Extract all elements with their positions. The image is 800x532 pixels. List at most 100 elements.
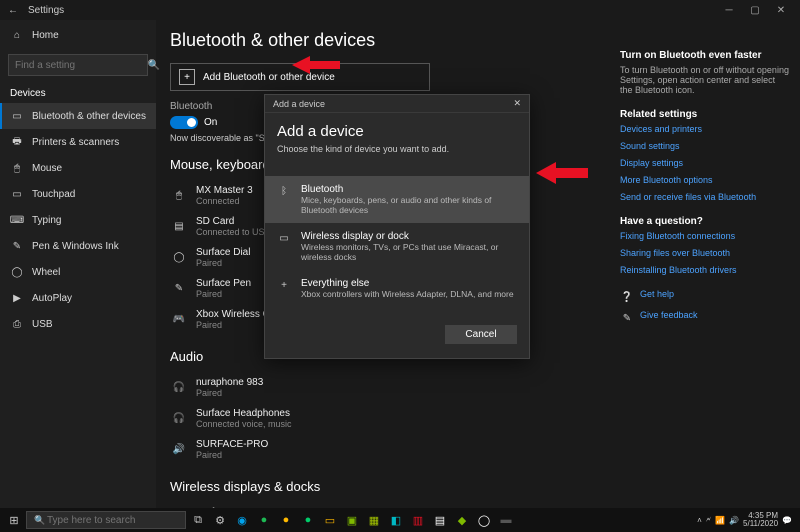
taskbar-search[interactable]: 🔍 — [26, 511, 186, 529]
usb-icon: ⎙ — [10, 317, 24, 331]
taskbar-app-icon[interactable]: ▭ — [320, 510, 340, 530]
link-devices-printers[interactable]: Devices and printers — [620, 124, 790, 134]
link-get-help[interactable]: Get help — [640, 289, 674, 299]
wheel-icon: ◯ — [10, 265, 24, 279]
sidebar-item-usb[interactable]: ⎙ USB — [0, 311, 156, 337]
taskbar-app-icon[interactable]: ◧ — [386, 510, 406, 530]
faster-heading: Turn on Bluetooth even faster — [620, 50, 790, 61]
link-fixing-bt[interactable]: Fixing Bluetooth connections — [620, 231, 790, 241]
taskbar-app-icon[interactable]: ▬ — [496, 510, 516, 530]
device-row[interactable]: 🔊SURFACE-PROPaired — [170, 434, 606, 465]
dialog-close-button[interactable]: ✕ — [513, 98, 521, 109]
start-button[interactable]: ⊞ — [4, 510, 24, 530]
sidebar-home-label: Home — [32, 30, 59, 41]
link-display-settings[interactable]: Display settings — [620, 158, 790, 168]
plus-icon: + — [179, 69, 195, 85]
dialog-title: Add a device — [277, 123, 517, 140]
taskbar-app-icon[interactable]: ▥ — [408, 510, 428, 530]
sidebar-item-mouse[interactable]: 🖱 Mouse — [0, 155, 156, 181]
taskbar-app-icon[interactable]: ● — [298, 510, 318, 530]
sidebar-item-pen[interactable]: ✎ Pen & Windows Ink — [0, 233, 156, 259]
dialog-option-everything[interactable]: + Everything elseXbox controllers with W… — [265, 270, 529, 307]
taskbar-search-input[interactable] — [47, 515, 179, 526]
home-icon: ⌂ — [10, 28, 24, 42]
taskview-button[interactable]: ⧉ — [188, 510, 208, 530]
related-heading: Related settings — [620, 109, 790, 120]
taskbar-app-icon[interactable]: ◆ — [452, 510, 472, 530]
sidebar-item-label: Mouse — [32, 163, 62, 174]
bluetooth-icon: ᛒ — [277, 184, 291, 198]
sidebar-item-autoplay[interactable]: ▶ AutoPlay — [0, 285, 156, 311]
link-reinstall-bt[interactable]: Reinstalling Bluetooth drivers — [620, 265, 790, 275]
tray-notifications-icon[interactable]: 💬 — [782, 516, 792, 525]
pen-icon: ✎ — [172, 282, 186, 296]
tray-clock[interactable]: 4:35 PM 5/11/2020 — [743, 512, 778, 528]
link-sharing-bt[interactable]: Sharing files over Bluetooth — [620, 248, 790, 258]
dialog-option-bluetooth[interactable]: ᛒ BluetoothMice, keyboards, pens, or aud… — [265, 176, 529, 223]
taskbar: ⊞ 🔍 ⧉ ⚙ ◉ ● ● ● ▭ ▣ ▦ ◧ ▥ ▤ ◆ ◯ ▬ ˄ 🗲 📶 … — [0, 508, 800, 532]
taskbar-app-icon[interactable]: ● — [254, 510, 274, 530]
help-icon: ❔ — [620, 291, 634, 305]
link-more-bluetooth[interactable]: More Bluetooth options — [620, 175, 790, 185]
tray-battery-icon[interactable]: 🗲 — [706, 515, 711, 525]
search-input[interactable] — [15, 60, 147, 71]
feedback-icon: ✎ — [620, 312, 634, 326]
sidebar-item-wheel[interactable]: ◯ Wheel — [0, 259, 156, 285]
speaker-icon: 🔊 — [172, 443, 186, 457]
minimize-button[interactable]: ─ — [716, 5, 742, 16]
sidebar-item-label: Wheel — [32, 267, 60, 278]
maximize-button[interactable]: ▢ — [742, 5, 768, 16]
link-give-feedback[interactable]: Give feedback — [640, 310, 698, 320]
autoplay-icon: ▶ — [10, 291, 24, 305]
tray-sound-icon[interactable]: 🔊 — [729, 516, 739, 525]
dialog-window-title: Add a device — [273, 99, 325, 109]
tray-wifi-icon[interactable]: 📶 — [715, 516, 725, 525]
search-icon: 🔍 — [33, 513, 47, 527]
question-heading: Have a question? — [620, 216, 790, 227]
sidebar-item-touchpad[interactable]: ▭ Touchpad — [0, 181, 156, 207]
annotation-arrow-bluetooth — [536, 160, 588, 186]
tray-chevron-icon[interactable]: ˄ — [697, 516, 702, 525]
device-row[interactable]: 🎧nuraphone 983Paired — [170, 372, 606, 403]
sidebar-item-label: Printers & scanners — [32, 137, 119, 148]
taskbar-app-icon[interactable]: ▤ — [430, 510, 450, 530]
pen-icon: ✎ — [10, 239, 24, 253]
sidebar-item-bluetooth[interactable]: ▭ Bluetooth & other devices — [0, 103, 156, 129]
headphones-icon: 🎧 — [172, 412, 186, 426]
sidebar-item-printers[interactable]: 🖶 Printers & scanners — [0, 129, 156, 155]
dialog-option-wireless[interactable]: ▭ Wireless display or dockWireless monit… — [265, 223, 529, 270]
sidebar-item-label: Typing — [32, 215, 61, 226]
page-title: Bluetooth & other devices — [170, 30, 606, 51]
sidebar-item-label: AutoPlay — [32, 293, 72, 304]
bluetooth-toggle[interactable] — [170, 116, 198, 129]
dial-icon: ◯ — [172, 251, 186, 265]
dialog-cancel-button[interactable]: Cancel — [445, 325, 517, 344]
close-button[interactable]: ✕ — [768, 5, 794, 16]
annotation-arrow-add — [292, 54, 340, 76]
system-tray[interactable]: ˄ 🗲 📶 🔊 4:35 PM 5/11/2020 💬 — [697, 512, 796, 528]
sidebar-item-typing[interactable]: ⌨ Typing — [0, 207, 156, 233]
sidebar-home[interactable]: ⌂ Home — [0, 22, 156, 48]
sidebar: ⌂ Home 🔍 Devices ▭ Bluetooth & other dev… — [0, 20, 156, 508]
device-row[interactable]: 🎧Surface HeadphonesConnected voice, musi… — [170, 403, 606, 434]
gamepad-icon: 🎮 — [172, 313, 186, 327]
taskbar-app-icon[interactable]: ⚙ — [210, 510, 230, 530]
sidebar-search[interactable]: 🔍 — [8, 54, 148, 76]
sd-icon: ▤ — [172, 220, 186, 234]
dialog-subtitle: Choose the kind of device you want to ad… — [277, 144, 517, 154]
plus-icon: + — [277, 278, 291, 292]
link-send-receive[interactable]: Send or receive files via Bluetooth — [620, 192, 790, 202]
right-panel: Turn on Bluetooth even faster To turn Bl… — [620, 20, 800, 508]
taskbar-app-icon[interactable]: ▦ — [364, 510, 384, 530]
taskbar-app-icon[interactable]: ● — [276, 510, 296, 530]
sidebar-item-label: Bluetooth & other devices — [32, 111, 146, 122]
taskbar-app-icon[interactable]: ▣ — [342, 510, 362, 530]
mouse-icon: 🖱 — [172, 189, 186, 203]
taskbar-app-icon[interactable]: ◯ — [474, 510, 494, 530]
taskbar-app-icon[interactable]: ◉ — [232, 510, 252, 530]
bluetooth-state: On — [204, 117, 217, 128]
link-sound-settings[interactable]: Sound settings — [620, 141, 790, 151]
printer-icon: 🖶 — [10, 135, 24, 149]
back-icon[interactable]: ← — [6, 3, 20, 17]
window-title: Settings — [28, 5, 64, 16]
